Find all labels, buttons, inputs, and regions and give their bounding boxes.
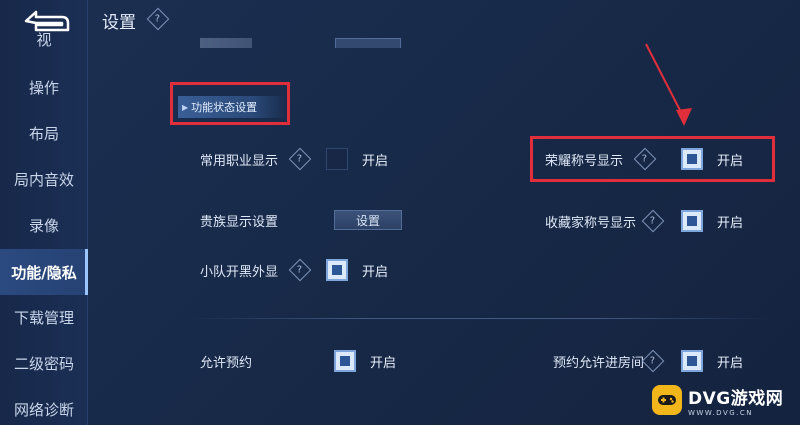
setting-common-job: 常用职业显示 ? 开启 bbox=[200, 147, 388, 171]
check-dot bbox=[340, 356, 350, 366]
noble-settings-button[interactable]: 设置 bbox=[334, 210, 402, 230]
sidebar-item-downloads[interactable]: 下载管理 bbox=[0, 297, 88, 337]
cutoff-row-label bbox=[200, 34, 310, 48]
check-dot bbox=[687, 216, 697, 226]
common-job-checkbox[interactable] bbox=[326, 148, 348, 170]
setting-noble: 贵族显示设置 设置 bbox=[200, 210, 402, 230]
help-icon[interactable]: ? bbox=[146, 7, 170, 31]
reserve-room-checkbox[interactable] bbox=[681, 350, 703, 372]
watermark-logo: DVG游戏网 WWW.DVG.CN bbox=[652, 380, 792, 420]
sidebar-item-sound[interactable]: 局内音效 bbox=[0, 159, 88, 199]
help-icon[interactable]: ? bbox=[641, 209, 665, 233]
sidebar-item-password[interactable]: 二级密码 bbox=[0, 343, 88, 383]
sidebar-item-replay[interactable]: 录像 bbox=[0, 205, 88, 245]
divider bbox=[190, 318, 770, 319]
cutoff-row-button bbox=[335, 34, 401, 48]
check-dot bbox=[687, 154, 697, 164]
help-icon[interactable]: ? bbox=[633, 147, 657, 171]
setting-honor-title: 荣耀称号显示 ? 开启 bbox=[545, 147, 743, 171]
check-dot bbox=[332, 265, 342, 275]
help-icon[interactable]: ? bbox=[641, 349, 665, 373]
sidebar-item-layout[interactable]: 布局 bbox=[0, 113, 88, 153]
triangle-right-icon: ▶ bbox=[182, 102, 189, 112]
gamepad-icon bbox=[652, 385, 682, 415]
collector-checkbox[interactable] bbox=[681, 210, 703, 232]
sidebar: 视 操作 布局 局内音效 录像 功能/隐私 下载管理 二级密码 网络诊断 bbox=[0, 0, 88, 425]
sidebar-item-display[interactable]: 视 bbox=[0, 30, 88, 50]
sidebar-item-network[interactable]: 网络诊断 bbox=[0, 389, 88, 425]
setting-team-black: 小队开黑外显 ? 开启 bbox=[200, 258, 388, 282]
help-icon[interactable]: ? bbox=[288, 258, 312, 282]
annotation-arrow-icon bbox=[645, 43, 692, 126]
team-black-checkbox[interactable] bbox=[326, 259, 348, 281]
sidebar-item-privacy[interactable]: 功能/隐私 bbox=[0, 249, 88, 295]
honor-title-checkbox[interactable] bbox=[681, 148, 703, 170]
check-dot bbox=[687, 356, 697, 366]
section-title: ▶ 功能状态设置 bbox=[178, 96, 286, 118]
allow-reserve-checkbox[interactable] bbox=[334, 350, 356, 372]
setting-collector: 收藏家称号显示 ? 开启 bbox=[545, 209, 743, 233]
page-title: 设置 bbox=[102, 13, 136, 33]
watermark-brand: DVG游戏网 bbox=[688, 388, 784, 409]
setting-allow-reserve: 允许预约 开启 bbox=[200, 350, 396, 372]
watermark-url: WWW.DVG.CN bbox=[688, 408, 754, 417]
setting-reserve-room: 预约允许进房间 ? 开启 bbox=[553, 349, 743, 373]
sidebar-item-controls[interactable]: 操作 bbox=[0, 67, 88, 107]
help-icon[interactable]: ? bbox=[288, 147, 312, 171]
